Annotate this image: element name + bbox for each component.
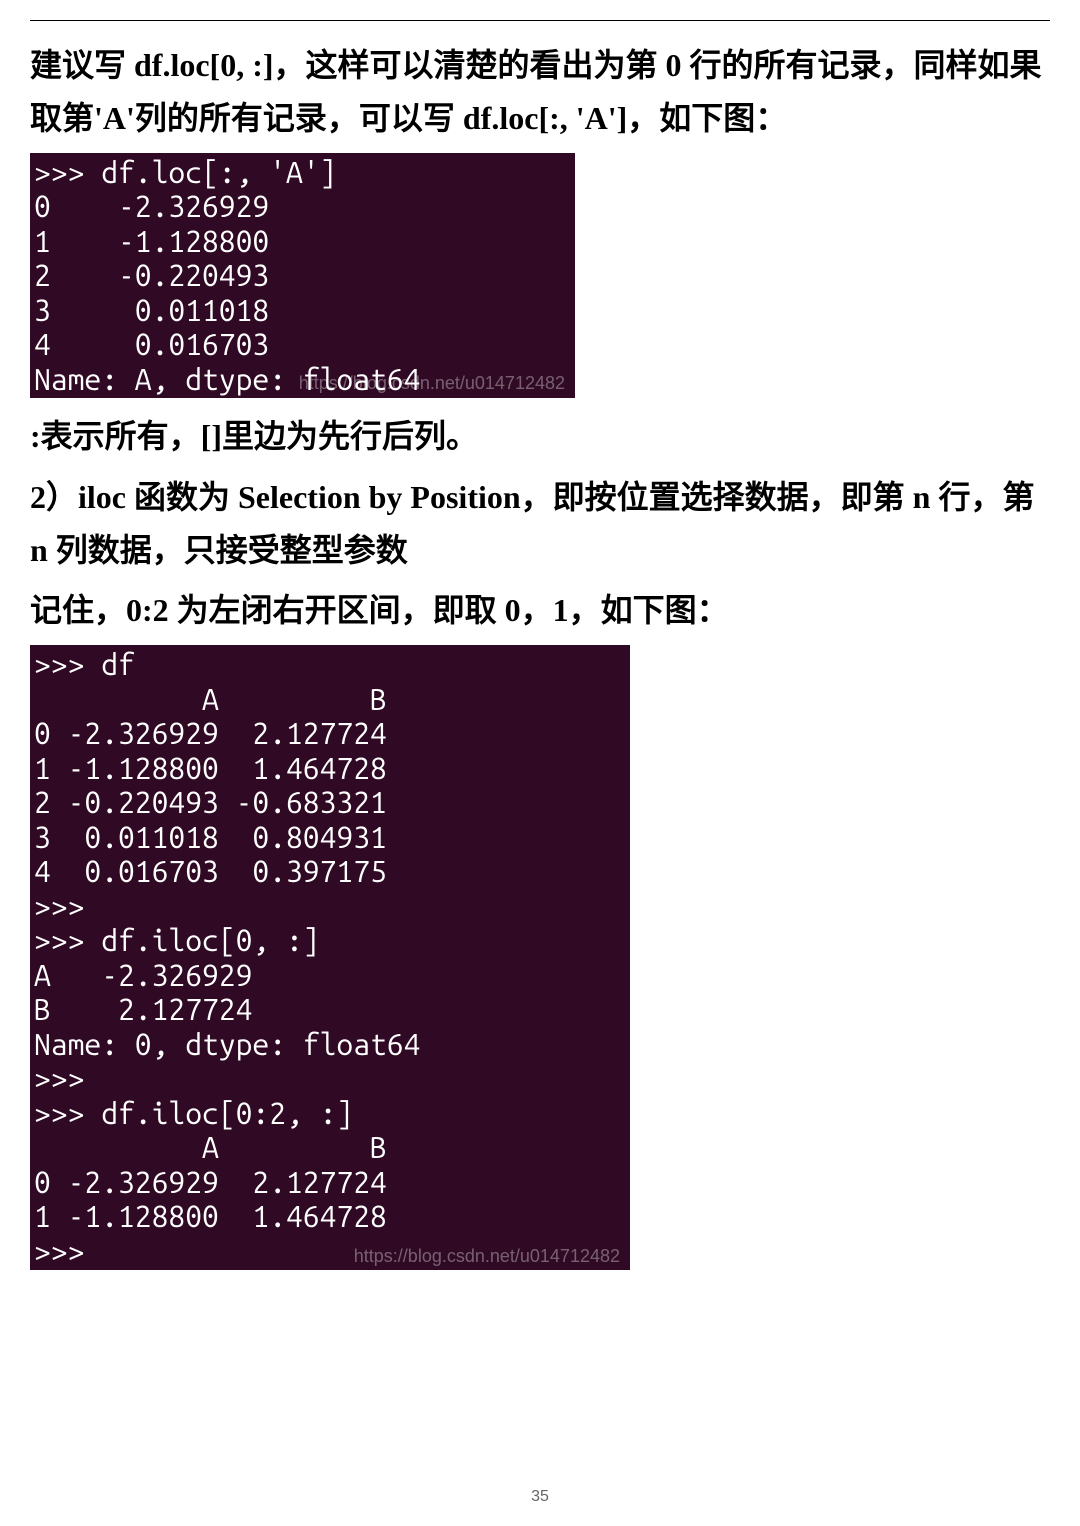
terminal-2-watermark: https://blog.csdn.net/u014712482 (354, 1246, 620, 1267)
top-divider (30, 20, 1050, 21)
paragraph-4: 记住，0:2 为左闭右开区间，即取 0，1，如下图： (30, 584, 1050, 637)
terminal-block-1: >>> df.loc[:, 'A'] 0 -2.326929 1 -1.1288… (30, 153, 575, 399)
page-number: 35 (0, 1488, 1080, 1506)
terminal-1-content: >>> df.loc[:, 'A'] 0 -2.326929 1 -1.1288… (34, 155, 420, 396)
paragraph-3: 2）iloc 函数为 Selection by Position，即按位置选择数… (30, 471, 1050, 577)
terminal-1-watermark: https://blog.csdn.net/u014712482 (299, 373, 565, 394)
terminal-2-content: >>> df A B 0 -2.326929 2.127724 1 -1.128… (34, 647, 420, 1268)
paragraph-1: 建议写 df.loc[0, :]，这样可以清楚的看出为第 0 行的所有记录，同样… (30, 39, 1050, 145)
terminal-block-2: >>> df A B 0 -2.326929 2.127724 1 -1.128… (30, 645, 630, 1270)
paragraph-2: :表示所有，[]里边为先行后列。 (30, 410, 1050, 463)
